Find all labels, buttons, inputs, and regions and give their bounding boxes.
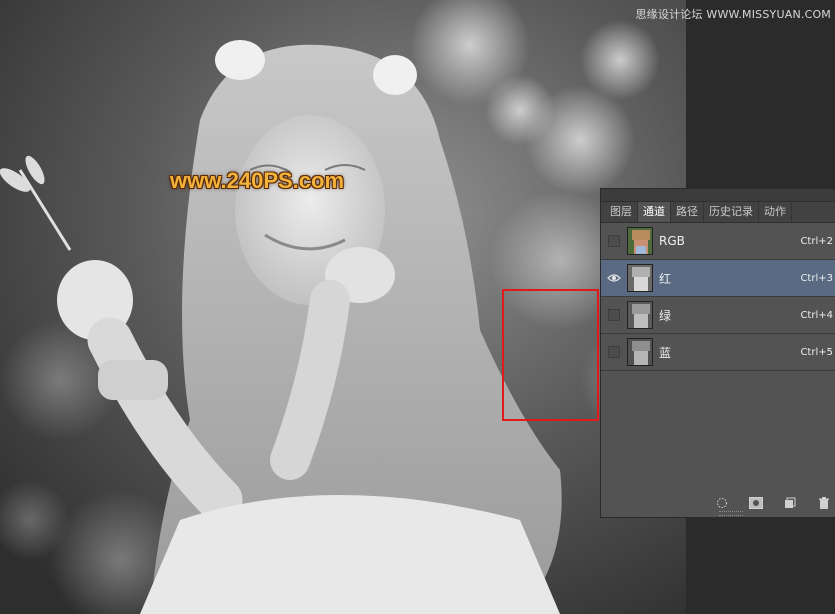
channel-shortcut: Ctrl+5 xyxy=(800,346,833,358)
channel-list: RGB Ctrl+2 红 Ctrl+3 绿 Ctrl+4 蓝 Ctrl+5 xyxy=(601,223,835,371)
channel-thumbnail-green xyxy=(627,301,653,329)
tab-layers[interactable]: 图层 xyxy=(605,202,638,222)
watermark-site-top: 思缘设计论坛 WWW.MISSYUAN.COM xyxy=(635,8,831,21)
load-selection-icon[interactable] xyxy=(715,496,729,510)
channel-thumbnail-red xyxy=(627,264,653,292)
channel-shortcut: Ctrl+2 xyxy=(800,235,833,247)
tab-actions[interactable]: 动作 xyxy=(759,202,792,222)
channel-row-blue[interactable]: 蓝 Ctrl+5 xyxy=(601,334,835,371)
visibility-toggle[interactable] xyxy=(608,235,620,247)
visibility-toggle[interactable] xyxy=(608,346,620,358)
channel-row-red[interactable]: 红 Ctrl+3 xyxy=(601,260,835,297)
photoshop-workspace: 思缘设计论坛 WWW.MISSYUAN.COM www.240PS.com 图层… xyxy=(0,0,835,614)
channel-name: 蓝 xyxy=(659,345,672,360)
channel-name: 红 xyxy=(659,271,672,286)
channels-panel: 图层 通道 路径 历史记录 动作 RGB Ctrl+2 红 Ctrl+3 绿 C… xyxy=(600,188,835,518)
panel-resize-grip[interactable] xyxy=(719,511,743,516)
channel-row-green[interactable]: 绿 Ctrl+4 xyxy=(601,297,835,334)
channel-shortcut: Ctrl+4 xyxy=(800,309,833,321)
visibility-toggle[interactable] xyxy=(608,309,620,321)
channel-row-rgb[interactable]: RGB Ctrl+2 xyxy=(601,223,835,260)
channel-thumbnail-rgb xyxy=(627,227,653,255)
channel-thumbnail-blue xyxy=(627,338,653,366)
channel-name: RGB xyxy=(659,234,685,248)
new-channel-icon[interactable] xyxy=(783,496,797,510)
tab-paths[interactable]: 路径 xyxy=(671,202,704,222)
delete-channel-icon[interactable] xyxy=(817,496,831,510)
red-highlight-box xyxy=(502,289,599,421)
eye-icon[interactable] xyxy=(607,272,621,284)
panel-footer xyxy=(601,493,835,513)
channel-name: 绿 xyxy=(659,308,672,323)
tab-channels[interactable]: 通道 xyxy=(638,202,671,222)
panel-tab-bar: 图层 通道 路径 历史记录 动作 xyxy=(601,202,835,223)
tab-history[interactable]: 历史记录 xyxy=(704,202,759,222)
watermark-240ps: www.240PS.com xyxy=(170,168,345,193)
save-selection-icon[interactable] xyxy=(749,496,763,510)
channel-shortcut: Ctrl+3 xyxy=(800,272,833,284)
panel-header-bar[interactable] xyxy=(601,189,835,202)
